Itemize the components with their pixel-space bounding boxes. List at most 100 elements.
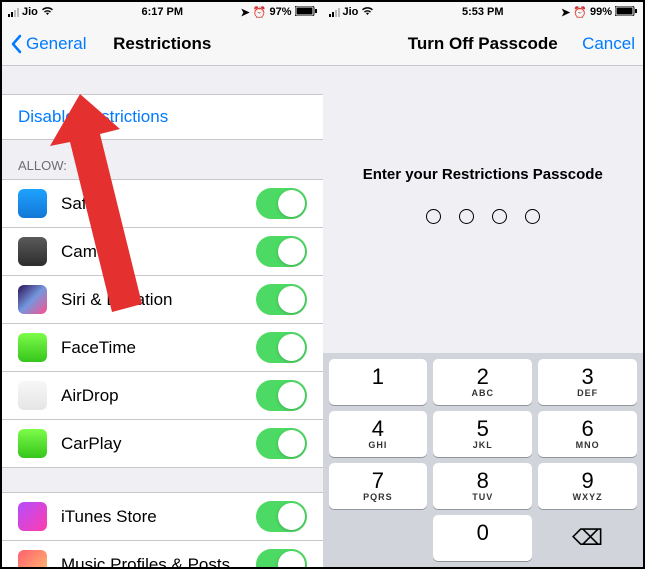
key-letters: GHI: [368, 440, 387, 450]
allow-row-airdrop: AirDrop: [2, 372, 323, 420]
passcode-dot: [525, 209, 540, 224]
allow-row-safari: Safari: [2, 179, 323, 228]
signal-icon: [8, 7, 19, 17]
app-label: Siri & Dictation: [61, 290, 256, 310]
section-header-allow: ALLOW:: [2, 140, 323, 179]
wifi-icon: [41, 6, 54, 19]
phone-left-restrictions: Jio 6:17 PM ➤ ⏰ 97% General Restrictions…: [2, 2, 323, 567]
key-number: 4: [372, 418, 384, 440]
status-right: ➤ ⏰ 97%: [241, 6, 317, 19]
app-label: Music Profiles & Posts: [61, 555, 256, 568]
passcode-area: Enter your Restrictions Passcode: [323, 66, 644, 353]
app-label: FaceTime: [61, 338, 256, 358]
backspace-icon: ⌫: [572, 525, 603, 551]
key-number: 6: [581, 418, 593, 440]
toggle-switch[interactable]: [256, 549, 307, 567]
key-number: 0: [477, 522, 489, 544]
group-separator: [2, 468, 323, 492]
allow-row-facetime: FaceTime: [2, 324, 323, 372]
app-icon: [18, 285, 47, 314]
key-letters: JKL: [473, 440, 493, 450]
allow-group-1: Safari Camera Siri & Dictation FaceTime AirD…: [2, 179, 323, 468]
key-number: 7: [372, 470, 384, 492]
toggle-switch[interactable]: [256, 428, 307, 459]
key-letters: ABC: [471, 388, 494, 398]
page-title: Turn Off Passcode: [408, 34, 558, 54]
battery-icon: [295, 6, 317, 19]
toggle-switch[interactable]: [256, 501, 307, 532]
keypad-key-5[interactable]: 5JKL: [433, 411, 532, 457]
toggle-switch[interactable]: [256, 380, 307, 411]
chevron-left-icon: [10, 34, 22, 54]
carrier-label: Jio: [343, 6, 359, 18]
app-label: iTunes Store: [61, 507, 256, 527]
key-number: 9: [581, 470, 593, 492]
status-right: ➤ ⏰ 99%: [561, 6, 637, 19]
allow-row-itunes-store: iTunes Store: [2, 492, 323, 541]
key-letters: DEF: [577, 388, 598, 398]
back-button[interactable]: General: [10, 34, 86, 54]
app-icon: [18, 333, 47, 362]
disable-restrictions-link[interactable]: Disable Restrictions: [2, 94, 323, 140]
alarm-icon: ⏰: [253, 6, 267, 19]
wifi-icon: [361, 6, 374, 19]
key-letters: [481, 544, 485, 554]
status-time: 6:17 PM: [141, 6, 183, 18]
numeric-keypad: 1 2ABC3DEF4GHI5JKL6MNO7PQRS8TUV9WXYZ0 ⌫: [323, 353, 644, 567]
passcode-dot: [426, 209, 441, 224]
cancel-button[interactable]: Cancel: [582, 34, 635, 54]
key-letters: MNO: [576, 440, 600, 450]
battery-pct: 99%: [590, 6, 612, 18]
status-left: Jio: [329, 6, 375, 19]
nav-bar: General Restrictions: [2, 22, 323, 66]
status-bar: Jio 6:17 PM ➤ ⏰ 97%: [2, 2, 323, 22]
keypad-key-2[interactable]: 2ABC: [433, 359, 532, 405]
battery-pct: 97%: [269, 6, 291, 18]
keypad-key-7[interactable]: 7PQRS: [329, 463, 428, 509]
alarm-icon: ⏰: [573, 6, 587, 19]
allow-group-2: iTunes StoreMusic Profiles & PostsiBooks…: [2, 492, 323, 567]
toggle-switch[interactable]: [256, 332, 307, 363]
key-letters: WXYZ: [573, 492, 603, 502]
passcode-prompt: Enter your Restrictions Passcode: [363, 166, 603, 183]
toggle-switch[interactable]: [256, 188, 307, 219]
app-icon: [18, 550, 47, 567]
allow-row-siri-dictation: Siri & Dictation: [2, 276, 323, 324]
app-icon: [18, 237, 47, 266]
location-icon: ➤: [561, 6, 570, 19]
toggle-switch[interactable]: [256, 284, 307, 315]
key-number: 8: [477, 470, 489, 492]
keypad-key-3[interactable]: 3DEF: [538, 359, 637, 405]
app-icon: [18, 429, 47, 458]
status-left: Jio: [8, 6, 54, 19]
allow-row-camera: Camera: [2, 228, 323, 276]
key-letters: [376, 388, 380, 398]
battery-icon: [615, 6, 637, 19]
carrier-label: Jio: [22, 6, 38, 18]
key-letters: TUV: [472, 492, 493, 502]
key-number: 2: [477, 366, 489, 388]
allow-row-music-profiles-posts: Music Profiles & Posts: [2, 541, 323, 567]
toggle-switch[interactable]: [256, 236, 307, 267]
key-letters: PQRS: [363, 492, 393, 502]
keypad-key-4[interactable]: 4GHI: [329, 411, 428, 457]
app-label: Camera: [61, 242, 256, 262]
key-number: 5: [477, 418, 489, 440]
keypad-delete[interactable]: ⌫: [538, 515, 637, 561]
keypad-key-6[interactable]: 6MNO: [538, 411, 637, 457]
app-label: CarPlay: [61, 434, 256, 454]
page-title: Restrictions: [113, 34, 211, 54]
keypad-key-8[interactable]: 8TUV: [433, 463, 532, 509]
keypad-key-0[interactable]: 0: [433, 515, 532, 561]
status-time: 5:53 PM: [462, 6, 504, 18]
key-number: 1: [372, 366, 384, 388]
allow-row-carplay: CarPlay: [2, 420, 323, 468]
passcode-dot: [459, 209, 474, 224]
keypad-key-1[interactable]: 1: [329, 359, 428, 405]
status-bar: Jio 5:53 PM ➤ ⏰ 99%: [323, 2, 644, 22]
app-icon: [18, 502, 47, 531]
app-icon: [18, 189, 47, 218]
phone-right-passcode: Jio 5:53 PM ➤ ⏰ 99% Turn Off Passcode Ca…: [323, 2, 644, 567]
location-icon: ➤: [241, 6, 250, 19]
keypad-key-9[interactable]: 9WXYZ: [538, 463, 637, 509]
